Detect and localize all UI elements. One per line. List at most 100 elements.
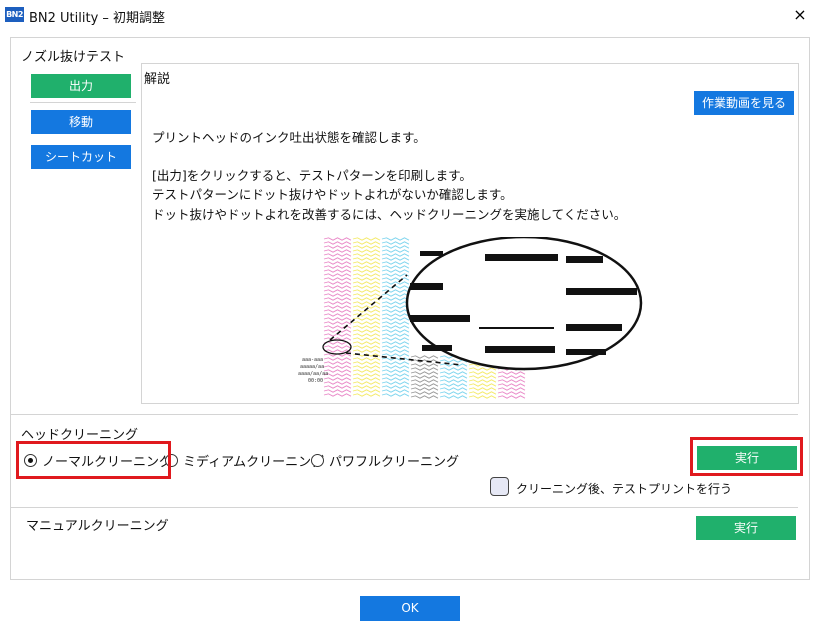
stripe-line: [381, 393, 410, 397]
ok-button[interactable]: OK: [360, 596, 460, 621]
stripe-line: [497, 387, 526, 391]
stripe-line: [410, 395, 439, 399]
stripe-line: [352, 301, 381, 305]
stripe-line: [323, 277, 352, 281]
stripe-line: [381, 337, 410, 341]
description-title: 解説: [144, 72, 171, 87]
stripe-line: [381, 361, 410, 365]
stripe-line: [352, 261, 381, 265]
stripe-line: [352, 373, 381, 377]
stripe-line: [468, 395, 497, 399]
stripe-line: [323, 329, 352, 333]
stripe-line: [381, 237, 410, 241]
stripe-line: [323, 305, 352, 309]
stripe-line: [323, 393, 352, 397]
description-line: [出力]をクリックすると、テストパターンを印刷します。: [152, 168, 472, 183]
stripe-line: [468, 383, 497, 387]
radio-highlight-box: [16, 441, 171, 479]
stripe-line: [323, 389, 352, 393]
stripe-line: [352, 345, 381, 349]
stripe-line: [352, 265, 381, 269]
stripe-line: [381, 261, 410, 265]
watch-video-button[interactable]: 作業動画を見る: [694, 91, 794, 115]
stripe-line: [381, 309, 410, 313]
stripe-line: [381, 317, 410, 321]
stripe-line: [381, 305, 410, 309]
stripe-line: [323, 237, 352, 241]
description-line: プリントヘッドのインク吐出状態を確認します。: [152, 130, 426, 145]
output-button[interactable]: 出力: [31, 74, 131, 98]
stripe-line: [352, 369, 381, 373]
stripe-line: [439, 395, 468, 399]
stripe-line: [352, 341, 381, 345]
stripe-line: [439, 391, 468, 395]
description-panel: 解説 作業動画を見る プリントヘッドのインク吐出状態を確認します。 [出力]をク…: [141, 63, 799, 404]
stripe-line: [381, 241, 410, 245]
stripe-line: [352, 321, 381, 325]
stripe-line: [468, 367, 497, 371]
stripe-line: [352, 237, 381, 241]
app-logo: BN2: [5, 7, 24, 22]
stripe-line: [381, 341, 410, 345]
stripe-line: [439, 371, 468, 375]
radio-powerful-cleaning[interactable]: パワフルクリーニング: [311, 449, 459, 471]
stripe-line: [352, 241, 381, 245]
stripe-line: [352, 377, 381, 381]
stripe-line: [323, 365, 352, 369]
stripe-line: [323, 301, 352, 305]
radio-medium-cleaning[interactable]: ミディアムクリーニング: [165, 449, 324, 471]
stripe-line: [323, 361, 352, 365]
close-icon[interactable]: ×: [789, 4, 811, 26]
radio-medium-label: ミディアムクリーニング: [183, 454, 325, 470]
stripe-line: [352, 245, 381, 249]
stripe-line: [381, 373, 410, 377]
stripe-line: [410, 387, 439, 391]
stripe-line: [381, 245, 410, 249]
stripe-line: [352, 273, 381, 277]
stripe-line: [497, 371, 526, 375]
stripe-line: [381, 349, 410, 353]
stripe-line: [352, 329, 381, 333]
stripe-line: [352, 257, 381, 261]
stripe-line: [323, 381, 352, 385]
stripe-line: [381, 273, 410, 277]
stripe-line: [323, 257, 352, 261]
stripe-line: [410, 355, 439, 359]
stripe-line: [439, 387, 468, 391]
test-print-checkbox[interactable]: [490, 477, 509, 496]
sheet-cut-button[interactable]: シートカット: [31, 145, 131, 169]
stripe-line: [323, 313, 352, 317]
stripe-line: [468, 387, 497, 391]
radio-powerful-icon[interactable]: [311, 453, 324, 467]
section-divider: [11, 507, 798, 508]
stripe-line: [381, 253, 410, 257]
stripe-line: [439, 379, 468, 383]
stripe-line: [381, 345, 410, 349]
stripe-line: [497, 391, 526, 395]
stripe-line: [439, 383, 468, 387]
stripe-line: [323, 377, 352, 381]
radio-powerful-label: パワフルクリーニング: [329, 454, 460, 470]
stripe-line: [352, 365, 381, 369]
nozzle-test-label: ノズル抜けテスト: [21, 50, 126, 65]
stripe-line: [381, 293, 410, 297]
stripe-line: [468, 371, 497, 375]
stripe-line: [381, 329, 410, 333]
stripe-line: [381, 325, 410, 329]
stripe-line: [323, 245, 352, 249]
stripe-line: [352, 285, 381, 289]
stripe-line: [410, 383, 439, 387]
stripe-line: [352, 333, 381, 337]
move-button[interactable]: 移動: [31, 110, 131, 134]
stripe-line: [352, 269, 381, 273]
manual-cleaning-run-button[interactable]: 実行: [696, 516, 796, 540]
stripe-line: [352, 293, 381, 297]
stripe-line: [323, 249, 352, 253]
stripe-line: [410, 367, 439, 371]
printed-label-line: aaaaa/aa: [300, 364, 324, 370]
stripe-line: [323, 265, 352, 269]
stripe-line: [352, 349, 381, 353]
stripe-line: [381, 381, 410, 385]
stripe-line: [323, 289, 352, 293]
stripe-line: [381, 389, 410, 393]
